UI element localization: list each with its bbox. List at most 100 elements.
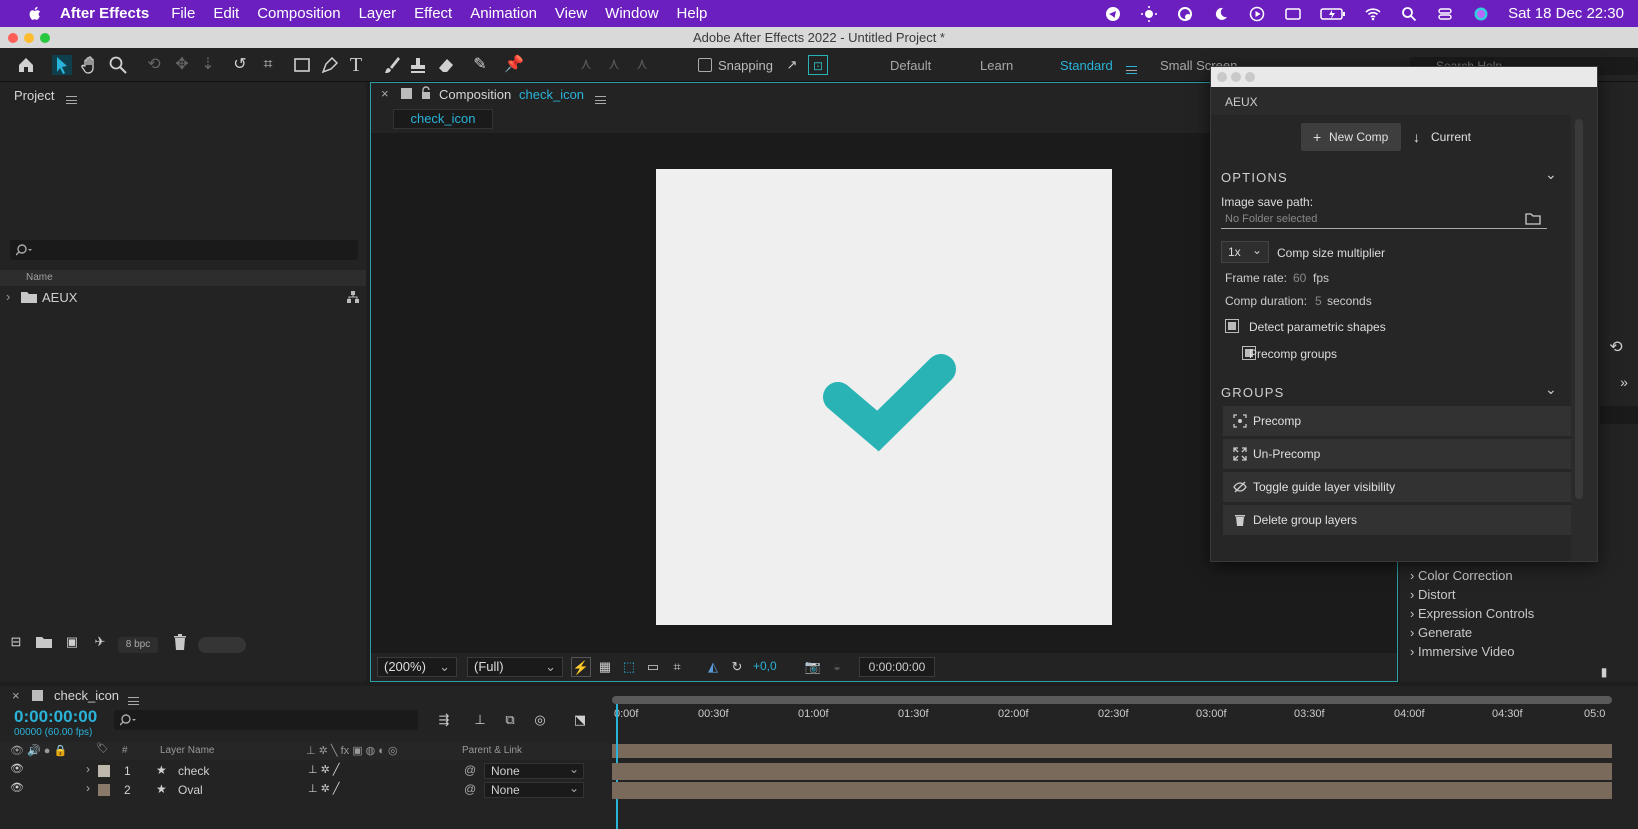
selection-tool-icon[interactable]	[52, 55, 72, 75]
workspace-standard[interactable]: Standard	[1060, 58, 1113, 73]
reset-exposure-icon[interactable]: ↻	[727, 657, 747, 677]
menu-window[interactable]: Window	[605, 5, 658, 22]
hierarchy-icon[interactable]	[346, 290, 360, 304]
timeline-current-time[interactable]: 0:00:00:00	[14, 707, 97, 727]
brush-tool-icon[interactable]	[382, 55, 402, 75]
status-app-icon[interactable]	[1176, 6, 1194, 22]
precomp-button[interactable]: Precomp	[1223, 406, 1571, 436]
dolly-tool-icon[interactable]: ⇣	[198, 55, 218, 75]
new-composition-icon[interactable]: ▣	[62, 632, 82, 652]
aeux-zoom-button[interactable]	[1245, 72, 1255, 82]
control-center-icon[interactable]	[1436, 6, 1454, 22]
effects-category-distort[interactable]: › Distort	[1410, 585, 1534, 604]
check-layer[interactable]	[656, 169, 1112, 625]
project-menu-icon[interactable]	[66, 95, 77, 104]
expand-chevron-icon[interactable]: ›	[86, 781, 90, 795]
menu-edit[interactable]: Edit	[213, 5, 239, 22]
parent-select[interactable]: None ⌄	[484, 781, 584, 798]
composition-canvas[interactable]	[656, 169, 1112, 625]
color-depth-button[interactable]: 8 bpc	[118, 637, 158, 653]
snapping-checkbox[interactable]	[698, 58, 712, 72]
show-snapshot-icon[interactable]: ◒	[827, 657, 847, 677]
menu-composition[interactable]: Composition	[257, 5, 340, 22]
current-button[interactable]: ↓ Current	[1405, 123, 1489, 151]
magnification-select[interactable]: (200%) ⌄	[377, 657, 457, 677]
fast-previews-icon[interactable]: ⚡	[571, 657, 591, 677]
wifi-icon[interactable]	[1364, 6, 1382, 22]
layer-switches[interactable]: ⊥ ✲ ╱	[308, 763, 340, 776]
menu-layer[interactable]: Layer	[359, 5, 397, 22]
lock-icon[interactable]	[421, 86, 431, 99]
project-item-aeux[interactable]: › AEUX	[0, 288, 366, 306]
layer-switches[interactable]: ⊥ ✲ ╱	[308, 782, 340, 795]
current-time-display[interactable]: 0:00:00:00	[859, 657, 935, 677]
pickwhip-icon[interactable]: @	[464, 763, 476, 777]
new-item-icon[interactable]: ▮	[1594, 662, 1614, 682]
menu-help[interactable]: Help	[677, 5, 708, 22]
zoom-tool-icon[interactable]	[108, 55, 128, 75]
composition-menu-icon[interactable]	[595, 95, 606, 104]
siri-icon[interactable]	[1472, 6, 1490, 22]
aeux-minimize-button[interactable]	[1231, 72, 1241, 82]
detect-parametric-shapes-checkbox[interactable]	[1225, 319, 1239, 333]
apple-icon[interactable]	[24, 5, 46, 23]
display-icon[interactable]	[1284, 6, 1302, 22]
comp-size-multiplier-select[interactable]: 1x ⌄	[1221, 241, 1269, 263]
interpret-footage-icon[interactable]: ⊟	[6, 632, 26, 652]
workspace-default[interactable]: Default	[890, 58, 931, 73]
comp-duration-input[interactable]: 5	[1315, 294, 1322, 308]
snap-option-icon[interactable]: ↗	[782, 55, 802, 75]
effects-category-immersive-video[interactable]: › Immersive Video	[1410, 642, 1534, 661]
graph-editor-icon[interactable]: ⬔	[570, 710, 590, 730]
motion-blur-icon[interactable]: ◎	[530, 710, 550, 730]
effects-category-generate[interactable]: › Generate	[1410, 623, 1534, 642]
delete-group-layers-button[interactable]: Delete group layers	[1223, 505, 1571, 535]
eye-icon[interactable]: 👁	[10, 781, 24, 794]
roto-brush-tool-icon[interactable]: ✎	[470, 55, 490, 75]
menu-effect[interactable]: Effect	[414, 5, 452, 22]
color-channel-icon[interactable]: ◭	[703, 657, 723, 677]
telegram-icon[interactable]	[1104, 6, 1122, 22]
snapshot-camera-icon[interactable]: 📷	[803, 657, 823, 677]
grid-guides-icon[interactable]: ⌗	[667, 657, 687, 677]
menu-animation[interactable]: Animation	[470, 5, 537, 22]
project-column-name[interactable]: Name	[0, 270, 366, 286]
layer-name-column[interactable]: Layer Name	[160, 745, 214, 756]
snap-grid-icon[interactable]: ⊡	[808, 55, 828, 75]
folder-icon[interactable]	[1525, 212, 1541, 225]
aeux-close-button[interactable]	[1217, 72, 1227, 82]
work-area-bar[interactable]	[612, 696, 1612, 704]
label-color-swatch[interactable]	[98, 784, 110, 796]
reset-icon[interactable]: ⟲	[1606, 338, 1626, 358]
timeline-tab-name[interactable]: check_icon	[54, 688, 119, 703]
brightness-icon[interactable]	[1140, 5, 1158, 22]
rotation-tool-icon[interactable]: ↺	[230, 55, 250, 75]
battery-icon[interactable]	[1320, 6, 1346, 22]
layer-row-oval[interactable]: 👁 › 2 ★ Oval ⊥ ✲ ╱ @ None ⌄	[0, 781, 610, 799]
thumbnail-slider[interactable]	[198, 637, 246, 653]
pickwhip-icon[interactable]: @	[464, 782, 476, 796]
close-tab-icon[interactable]: ×	[381, 86, 389, 101]
play-circle-icon[interactable]	[1248, 6, 1266, 22]
home-icon[interactable]	[16, 55, 36, 75]
puppet-tool-icon[interactable]: 📌	[504, 55, 524, 75]
anchor-point-tool-icon[interactable]: ⌗	[258, 55, 278, 75]
region-of-interest-icon[interactable]: ▭	[643, 657, 663, 677]
layer-bar-check[interactable]	[612, 763, 1612, 780]
app-menu[interactable]: After Effects	[60, 5, 149, 22]
pan-tool-icon[interactable]: ✥	[172, 55, 192, 75]
layer-row-check[interactable]: 👁 › 1 ★ check ⊥ ✲ ╱ @ None ⌄	[0, 762, 610, 780]
parent-select[interactable]: None ⌄	[484, 762, 584, 779]
aeux-scrollbar[interactable]	[1575, 119, 1583, 499]
time-ruler[interactable]: 0:00f 00:30f 01:00f 01:30f 02:00f 02:30f…	[612, 706, 1612, 740]
aeux-window-header[interactable]	[1211, 67, 1597, 87]
un-precomp-button[interactable]: Un-Precomp	[1223, 439, 1571, 469]
new-comp-button[interactable]: + New Comp	[1301, 123, 1401, 151]
options-collapse-chevron-icon[interactable]: ⌄	[1545, 166, 1557, 183]
orbit-tool-icon[interactable]: ⟲	[144, 55, 164, 75]
groups-collapse-chevron-icon[interactable]: ⌄	[1545, 381, 1557, 398]
transparency-grid-icon[interactable]: ▦	[595, 657, 615, 677]
effects-search-input[interactable]	[1600, 406, 1638, 424]
comp-flowchart-icon[interactable]: ⇶	[434, 710, 454, 730]
comp-breadcrumb[interactable]: check_icon	[393, 109, 493, 129]
